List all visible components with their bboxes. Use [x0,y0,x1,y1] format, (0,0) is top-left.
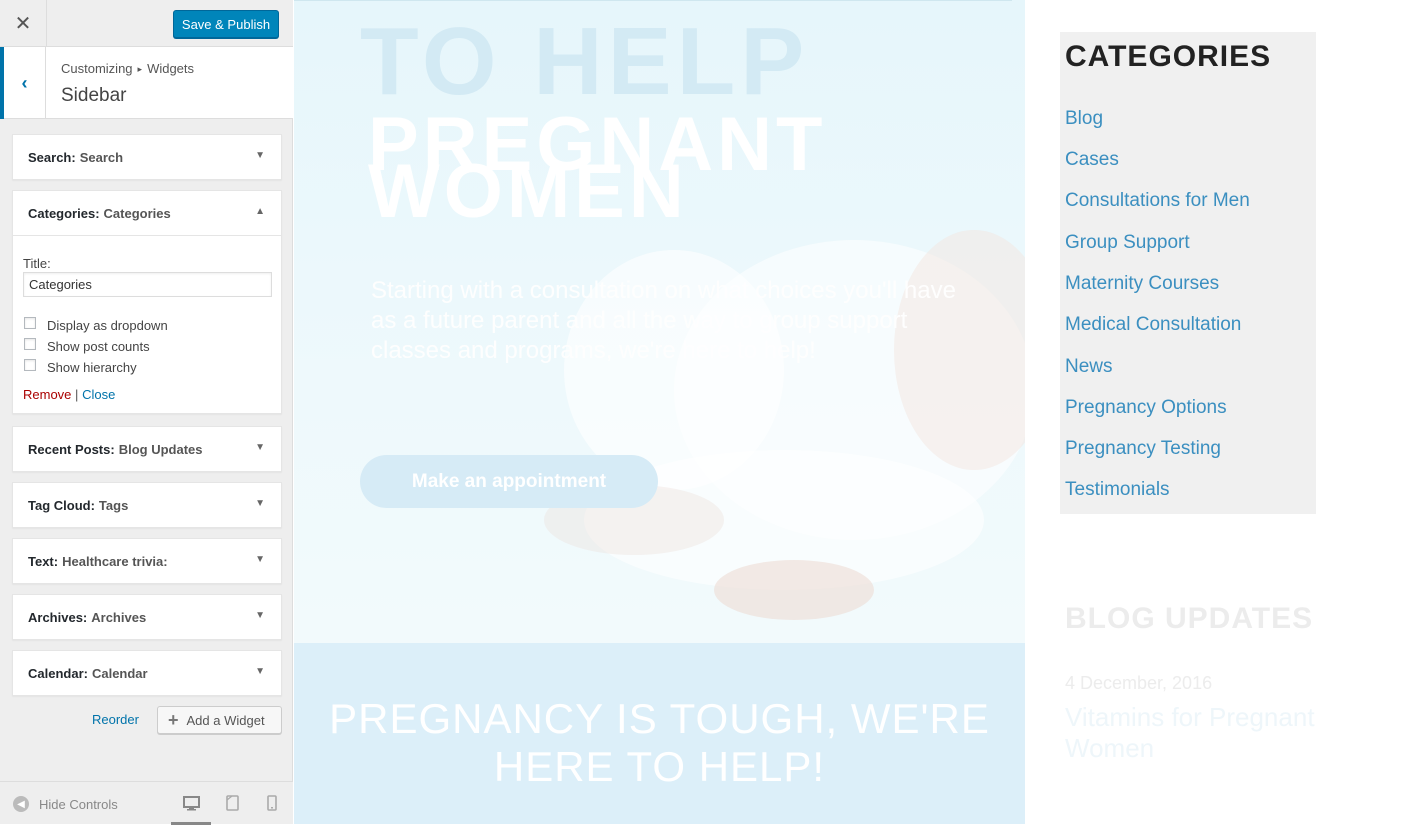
category-link[interactable]: Maternity Courses [1065,273,1219,295]
tagline-text: PREGNANCY IS TOUGH, WE'RE HERE TO HELP! [329,695,990,790]
category-link[interactable]: Pregnancy Testing [1065,438,1221,460]
add-widget-button[interactable]: + Add a Widget [157,706,282,734]
breadcrumb-separator-icon: ▸ [137,64,143,74]
customizer-footer: ◀ Hide Controls [0,781,293,825]
title-label: Title: [23,256,51,271]
tagline-band: PREGNANCY IS TOUGH, WE'RE HERE TO HELP! [294,643,1025,824]
widget-categories: Categories: Categories ▲ Title: Display … [12,190,282,414]
remove-link[interactable]: Remove [23,387,71,402]
hide-controls-button[interactable]: ◀ Hide Controls [13,796,118,812]
appointment-button[interactable]: Make an appointment [360,455,658,508]
option-display-dropdown[interactable]: Display as dropdown [24,316,168,333]
widget-actions: Remove | Close [23,387,115,402]
option-show-hierarchy[interactable]: Show hierarchy [24,358,137,375]
breadcrumb-item: Customizing [61,61,133,76]
blog-post-link[interactable]: Vitamins for Pregnant Women [1065,702,1365,764]
widget-header[interactable]: Archives: Archives ▼ [13,595,281,639]
widget-form: Title: Display as dropdown Show post cou… [13,235,281,413]
customizer-header: ✕ Save & Publish [0,0,293,47]
triangle-up-icon[interactable]: ▲ [255,206,265,217]
mobile-icon[interactable] [263,794,281,812]
widget-search: Search: Search ▼ [12,134,282,180]
close-icon[interactable]: ✕ [0,0,47,47]
widget-type: Tag Cloud: [28,497,95,513]
widget-header[interactable]: Categories: Categories ▲ [13,191,281,235]
blog-post-date: 4 December, 2016 [1065,673,1213,693]
widget-header[interactable]: Recent Posts: Blog Updates ▼ [13,427,281,471]
hero-description: Starting with a consultation on what cho… [371,277,956,364]
triangle-down-icon[interactable]: ▼ [255,150,265,161]
triangle-down-icon[interactable]: ▼ [255,610,265,621]
widget-header[interactable]: Tag Cloud: Tags ▼ [13,483,281,527]
triangle-down-icon[interactable]: ▼ [255,442,265,453]
breadcrumb: Customizing ▸ Widgets [61,61,194,76]
site-preview: TO HELP PREGNANT WOMEN Starting with a c… [294,0,1411,824]
plus-icon: + [168,710,179,730]
chevron-left-icon[interactable]: ‹ [0,47,46,119]
category-link[interactable]: Blog [1065,108,1103,130]
widget-title: Tags [98,497,129,513]
add-widget-label: Add a Widget [186,712,265,728]
widget-text: Text: Healthcare trivia: ▼ [12,538,282,584]
section-header: ‹ Customizing ▸ Widgets Sidebar [0,47,293,119]
widget-type: Categories: [28,205,100,221]
widget-type: Archives: [28,609,88,625]
hero-image [544,230,1025,620]
widget-header[interactable]: Search: Search ▼ [13,135,281,179]
option-label: Show post counts [47,339,150,354]
checkbox[interactable] [24,316,36,329]
widget-type: Recent Posts: [28,441,115,457]
widget-title: Archives [91,609,147,625]
widget-title: Healthcare trivia: [62,553,168,569]
checkbox[interactable] [24,358,36,371]
category-link[interactable]: Medical Consultation [1065,314,1241,336]
category-link[interactable]: Cases [1065,149,1119,171]
widget-calendar: Calendar: Calendar ▼ [12,650,282,696]
triangle-down-icon[interactable]: ▼ [255,498,265,509]
tablet-icon[interactable] [223,794,241,812]
triangle-down-icon[interactable]: ▼ [255,554,265,565]
category-link[interactable]: Consultations for Men [1065,190,1250,212]
breadcrumb-item: Widgets [147,61,195,76]
hero-section: TO HELP PREGNANT WOMEN Starting with a c… [294,0,1025,643]
section-title: Sidebar [61,85,127,106]
hero-divider [294,0,1012,1]
desktop-icon[interactable] [182,794,200,812]
widget-type: Text: [28,553,59,569]
option-label: Show hierarchy [47,360,137,375]
title-input[interactable] [23,272,272,297]
category-link[interactable]: Pregnancy Options [1065,397,1227,419]
widget-recent-posts: Recent Posts: Blog Updates ▼ [12,426,282,472]
blog-updates-title: BLOG UPDATES [1065,602,1314,635]
widget-title: Calendar [91,665,148,681]
category-link[interactable]: Group Support [1065,232,1190,254]
hero-heading-primary: TO HELP [360,8,810,115]
widget-header[interactable]: Text: Healthcare trivia: ▼ [13,539,281,583]
option-show-post-counts[interactable]: Show post counts [24,337,150,354]
category-link[interactable]: News [1065,356,1113,378]
widget-tag-cloud: Tag Cloud: Tags ▼ [12,482,282,528]
option-label: Display as dropdown [47,318,168,333]
close-link[interactable]: Close [82,387,115,402]
reorder-link[interactable]: Reorder [92,712,139,727]
checkbox[interactable] [24,337,36,350]
hero-heading-secondary: PREGNANT WOMEN [368,102,827,235]
triangle-down-icon[interactable]: ▼ [255,666,265,677]
action-separator: | [75,387,79,402]
widget-archives: Archives: Archives ▼ [12,594,282,640]
widget-header[interactable]: Calendar: Calendar ▼ [13,651,281,695]
collapse-arrow-icon: ◀ [13,796,29,812]
category-link[interactable]: Testimonials [1065,479,1170,501]
widget-title: Search [79,149,124,165]
save-publish-button[interactable]: Save & Publish [173,10,279,38]
categories-title: CATEGORIES [1065,40,1272,73]
categories-widget: CATEGORIES Blog Cases Consultations for … [1060,32,1316,514]
widget-title: Blog Updates [118,441,203,457]
widget-type: Calendar: [28,665,88,681]
widget-title: Categories [103,205,171,221]
widget-type: Search: [28,149,76,165]
hide-controls-label: Hide Controls [39,796,118,812]
customizer-panel: ✕ Save & Publish ‹ Customizing ▸ Widgets S… [0,0,293,825]
